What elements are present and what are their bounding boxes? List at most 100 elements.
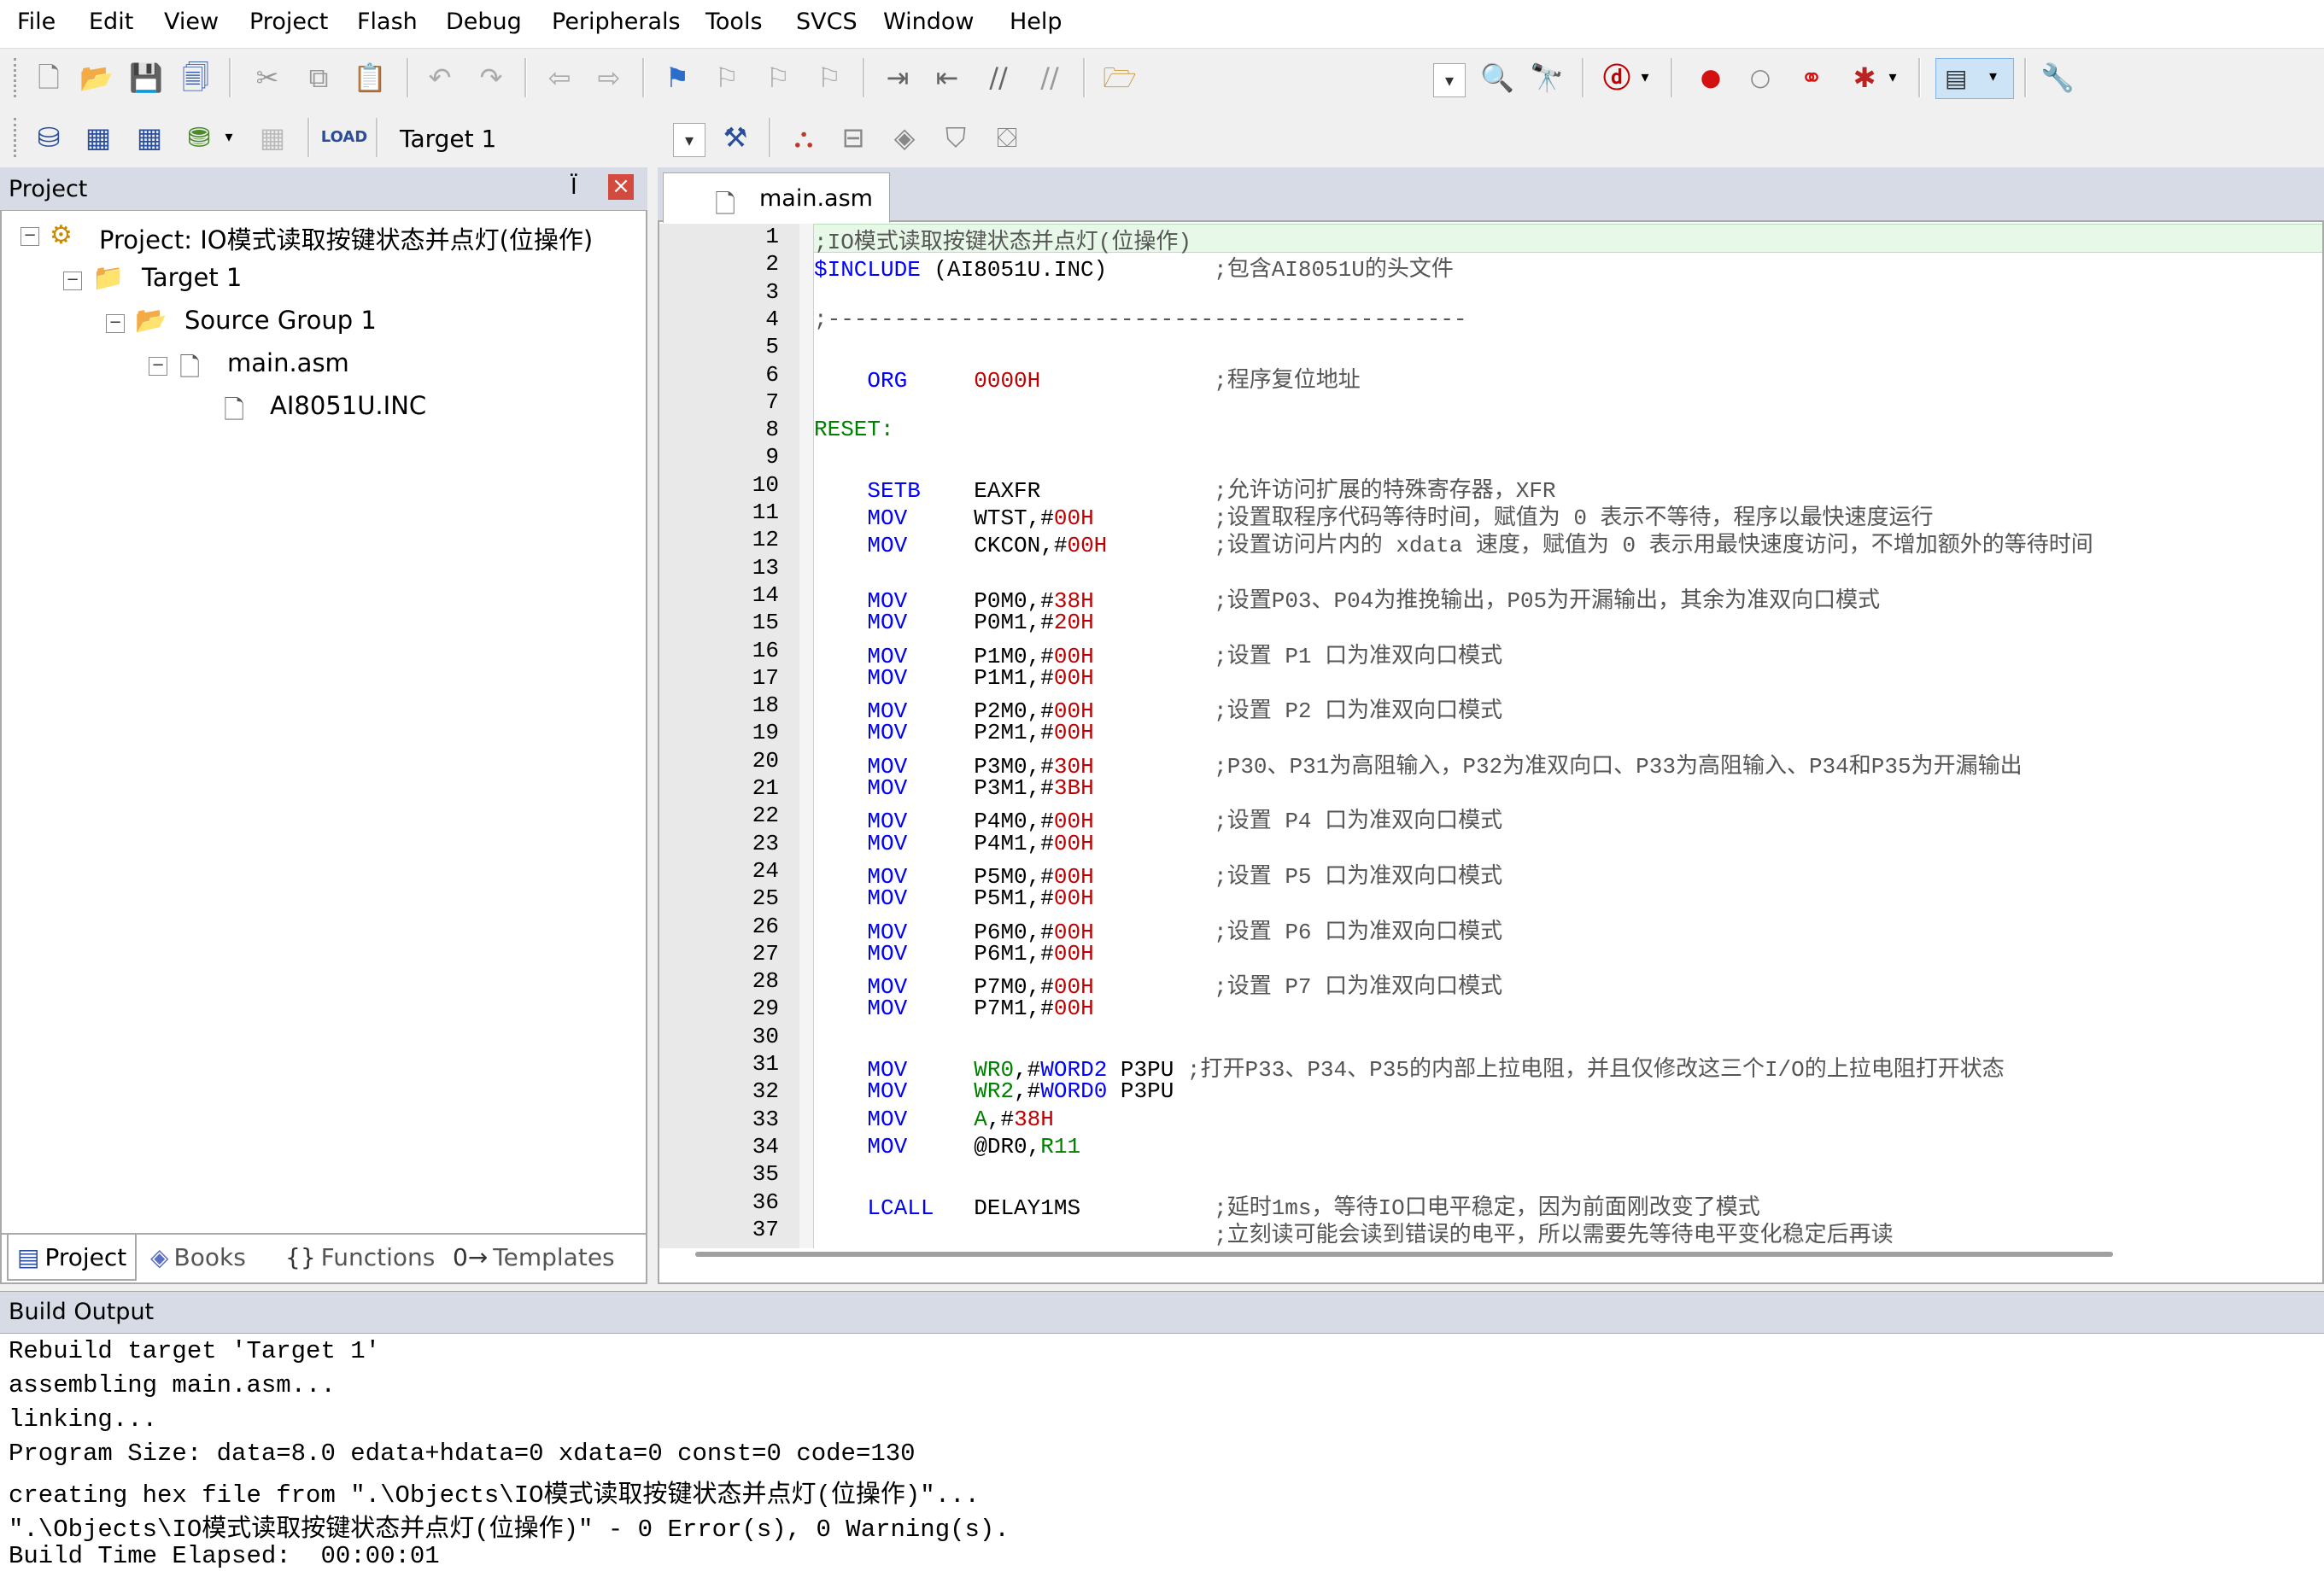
clear-bookmarks-icon[interactable]: ⚐	[810, 58, 849, 97]
code-line[interactable]: RESET:	[814, 417, 894, 444]
toolbar-grip[interactable]	[14, 58, 23, 97]
navigate-back-icon[interactable]: ⇦	[540, 58, 579, 97]
target-select-value[interactable]: Target 1	[400, 125, 496, 153]
translate-icon[interactable]: ⛁	[29, 118, 68, 157]
menu-window[interactable]: Window	[883, 9, 974, 35]
code-line[interactable]: MOV P4M0,#00H ;设置 P4 口为准双向口模式	[814, 803, 1502, 834]
menu-tools[interactable]: Tools	[705, 9, 763, 35]
menu-help[interactable]: Help	[1010, 9, 1062, 35]
manage-project-items-icon[interactable]: ⛬	[784, 118, 823, 157]
rebuild-icon[interactable]: ▦	[130, 118, 169, 157]
code-line[interactable]: MOV @DR0,R11	[814, 1134, 1080, 1161]
code-line[interactable]: MOV P6M0,#00H ;设置 P6 口为准双向口模式	[814, 914, 1502, 945]
code-line[interactable]: MOV P2M0,#00H ;设置 P2 口为准双向口模式	[814, 692, 1502, 724]
code-line[interactable]: MOV P6M1,#00H	[814, 941, 1093, 968]
incremental-find-icon[interactable]: 🔭	[1527, 58, 1566, 97]
download-load-icon[interactable]: LOAD	[321, 118, 368, 157]
menu-edit[interactable]: Edit	[89, 9, 133, 35]
code-line[interactable]: MOV WR0,#WORD2 P3PU ;打开P33、P34、P35的内部上拉电…	[814, 1051, 2004, 1083]
tree-include-file[interactable]: AI8051U.INC	[270, 391, 426, 420]
code-line[interactable]: $INCLUDE (AI8051U.INC) ;包含AI8051U的头文件	[814, 251, 1454, 283]
copy-icon[interactable]: ⧉	[299, 58, 338, 97]
uncomment-icon[interactable]: //	[1030, 58, 1069, 97]
close-panel-icon[interactable]: ×	[608, 174, 634, 200]
code-line[interactable]: MOV P3M1,#3BH	[814, 775, 1093, 803]
cut-icon[interactable]: ✂	[248, 58, 287, 97]
batch-build-icon[interactable]: ⛃	[179, 118, 219, 157]
build-output-panel[interactable]: Rebuild target 'Target 1' assembling main…	[0, 1334, 2324, 1583]
window-layout-button[interactable]: ▤ ▾	[1935, 58, 2014, 99]
code-line[interactable]: MOV WR2,#WORD0 P3PU	[814, 1078, 1174, 1106]
pin-icon[interactable]: Ї	[571, 174, 577, 200]
next-bookmark-icon[interactable]: ⚐	[758, 58, 798, 97]
comment-icon[interactable]: //	[979, 58, 1018, 97]
code-line[interactable]: MOV CKCON,#00H ;设置访问片内的 xdata 速度，赋值为 0 表…	[814, 527, 2093, 558]
pack-installer-icon[interactable]: ⛉	[936, 118, 975, 157]
code-line[interactable]: MOV P4M1,#00H	[814, 831, 1093, 858]
code-line[interactable]: ;---------------------------------------…	[814, 307, 1467, 334]
code-line[interactable]: MOV P1M1,#00H	[814, 665, 1093, 692]
code-line[interactable]: MOV P5M0,#00H ;设置 P5 口为准双向口模式	[814, 858, 1502, 890]
debug-session-icon[interactable]: ⓓ	[1597, 58, 1636, 97]
navigate-forward-icon[interactable]: ⇨	[589, 58, 629, 97]
code-line[interactable]: MOV P0M1,#20H	[814, 610, 1093, 637]
software-packs-icon[interactable]: ⛋	[987, 118, 1027, 157]
save-icon[interactable]: 💾	[126, 58, 166, 97]
code-line[interactable]: ;IO模式读取按键状态并点灯(位操作)	[814, 224, 1191, 255]
target-options-icon[interactable]: ⚒	[716, 118, 755, 157]
search-combo-dropdown-icon[interactable]: ▾	[1433, 63, 1466, 97]
tab-templates[interactable]: 0→ Templates	[453, 1235, 615, 1279]
code-line[interactable]: MOV P3M0,#30H ;P30、P31为高阻输入，P32为准双向口、P33…	[814, 748, 2022, 780]
disable-breakpoint-icon[interactable]: ○	[1741, 58, 1780, 97]
batch-build-dropdown-icon[interactable]: ▾	[219, 118, 239, 157]
save-all-icon[interactable]: 🗐	[176, 58, 215, 97]
redo-icon[interactable]: ↷	[471, 58, 511, 97]
editor-tab-main-asm[interactable]: 🗋 main.asm	[663, 172, 890, 223]
tree-main-asm[interactable]: main.asm	[227, 348, 349, 377]
menu-view[interactable]: View	[164, 9, 219, 35]
undo-icon[interactable]: ↶	[420, 58, 460, 97]
find-icon[interactable]: 🔍	[1478, 58, 1517, 97]
toolbar-grip[interactable]	[14, 118, 23, 157]
open-folder-icon[interactable]: 📂	[77, 58, 116, 97]
menu-project[interactable]: Project	[249, 9, 328, 35]
debug-dropdown-icon[interactable]: ▾	[1635, 58, 1655, 97]
window-layout-dropdown-icon[interactable]: ▾	[1989, 67, 1997, 85]
manage-runtime-icon[interactable]: ⊟	[834, 118, 873, 157]
code-line[interactable]: MOV P5M1,#00H	[814, 885, 1093, 913]
collapse-file-icon[interactable]: −	[149, 357, 167, 376]
collapse-group-icon[interactable]: −	[106, 314, 125, 333]
target-dropdown-icon[interactable]: ▾	[673, 123, 705, 157]
breakpoint-icon[interactable]: ●	[1691, 58, 1730, 97]
indent-icon[interactable]: ⇥	[878, 58, 917, 97]
menu-svcs[interactable]: SVCS	[796, 9, 858, 35]
tab-project[interactable]: ▤ Project	[7, 1235, 138, 1281]
menu-flash[interactable]: Flash	[357, 9, 418, 35]
breakpoint-dropdown-icon[interactable]: ▾	[1882, 58, 1903, 97]
menu-peripherals[interactable]: Peripherals	[552, 9, 681, 35]
code-line[interactable]: MOV WTST,#00H ;设置取程序代码等待时间，赋值为 0 表示不等待，程…	[814, 499, 1933, 531]
unindent-icon[interactable]: ⇤	[928, 58, 967, 97]
collapse-target-icon[interactable]: −	[63, 272, 82, 290]
prev-bookmark-icon[interactable]: ⚐	[707, 58, 746, 97]
horizontal-scrollbar[interactable]	[695, 1252, 2113, 1257]
code-line[interactable]: MOV A,#38H	[814, 1107, 1053, 1134]
tree-source-group[interactable]: Source Group 1	[184, 306, 377, 335]
code-line[interactable]: ORG 0000H ;程序复位地址	[814, 362, 1360, 394]
code-line[interactable]: MOV P2M1,#00H	[814, 720, 1093, 747]
kill-breakpoints-icon[interactable]: ⚭	[1792, 58, 1831, 97]
code-line[interactable]: MOV P1M0,#00H ;设置 P1 口为准双向口模式	[814, 638, 1502, 669]
tree-target[interactable]: Target 1	[142, 263, 242, 292]
select-packs-icon[interactable]: ◈	[885, 118, 924, 157]
code-line[interactable]: SETB EAXFR ;允许访问扩展的特殊寄存器，XFR	[814, 472, 1555, 504]
code-area[interactable]: ;IO模式读取按键状态并点灯(位操作) $INCLUDE (AI8051U.INC…	[814, 224, 2322, 1248]
tree-project[interactable]: Project: IO模式读取按键状态并点灯(位操作)	[99, 220, 593, 256]
code-line[interactable]: MOV P7M1,#00H	[814, 996, 1093, 1023]
code-line[interactable]: LCALL DELAY1MS ;延时1ms，等待IO口电平稳定，因为前面刚改变了…	[814, 1189, 1759, 1221]
find-in-files-icon[interactable]: 🗁	[1100, 58, 1139, 97]
breakpoint-options-icon[interactable]: ✱	[1845, 58, 1884, 97]
build-icon[interactable]: ▦	[79, 118, 118, 157]
collapse-project-icon[interactable]: −	[20, 227, 39, 246]
configure-icon[interactable]: 🔧	[2038, 58, 2077, 97]
menu-file[interactable]: File	[17, 9, 56, 35]
